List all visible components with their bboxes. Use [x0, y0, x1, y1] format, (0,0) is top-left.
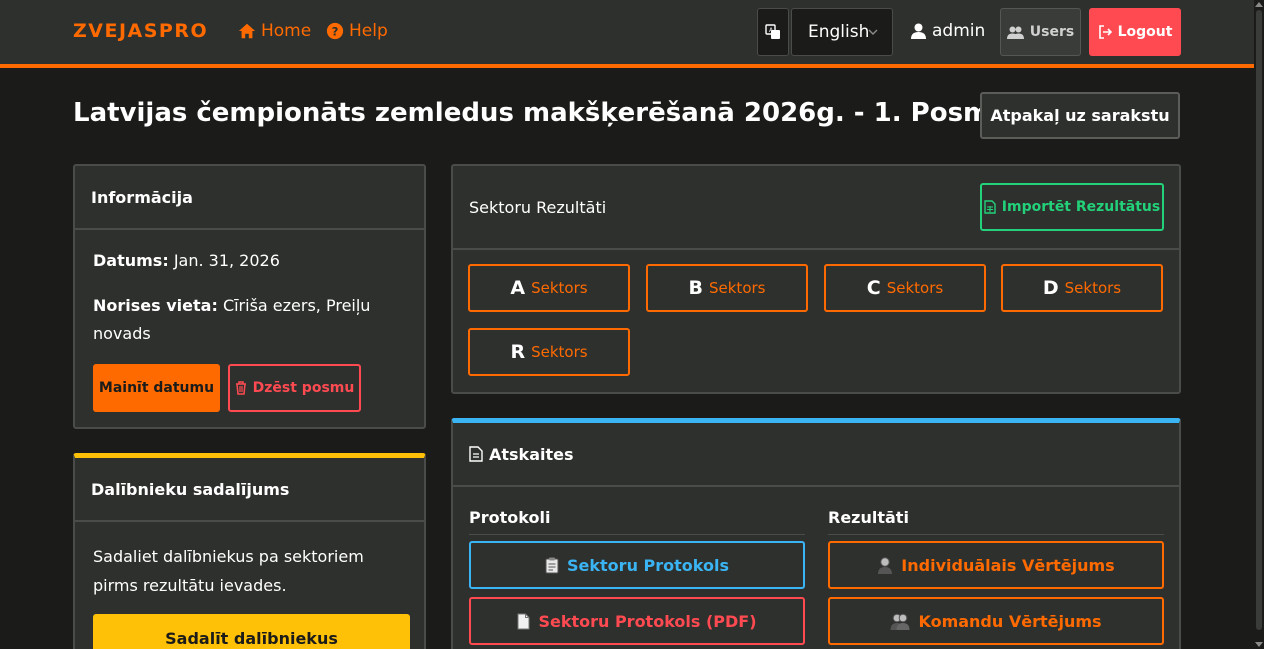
- user-icon: [911, 23, 926, 39]
- info-venue-row: Norises vieta: Cīriša ezers, Preiļu nova…: [93, 292, 370, 348]
- results-title: Rezultāti: [828, 508, 909, 527]
- team-ranking-button[interactable]: Komandu Vērtējums: [828, 597, 1164, 645]
- sector-c-button[interactable]: C Sektors: [824, 264, 986, 312]
- logout-button[interactable]: Logout: [1089, 8, 1181, 56]
- distribution-card: Dalībnieku sadalījums Sadaliet dalībniek…: [73, 453, 426, 649]
- nav-help-label: Help: [349, 21, 388, 41]
- question-circle-icon: ?: [326, 22, 344, 40]
- distribute-participants-button[interactable]: Sadalīt dalībniekus: [93, 614, 410, 649]
- distribution-description: Sadaliet dalībniekus pa sektoriem pirms …: [93, 542, 393, 600]
- username: admin: [932, 21, 986, 41]
- sector-d-button[interactable]: D Sektors: [1001, 264, 1163, 312]
- info-date-value: Jan. 31, 2026: [173, 251, 280, 270]
- import-results-label: Importēt Rezultātus: [1001, 199, 1161, 215]
- nav-home-link[interactable]: Home: [238, 21, 311, 41]
- info-venue-value: Cīriša ezers, Preiļu: [222, 296, 371, 315]
- sector-protocol-label: Sektoru Protokols: [567, 555, 729, 575]
- document-icon: [469, 446, 483, 462]
- people-silhouette-icon: [890, 613, 910, 630]
- delete-stage-button[interactable]: Dzēst posmu: [228, 364, 361, 412]
- info-date-label: Datums:: [93, 251, 169, 270]
- change-date-button[interactable]: Mainīt datumu: [93, 364, 220, 412]
- distribution-card-header: Dalībnieku sadalījums: [75, 458, 424, 522]
- sector-word: Sektors: [709, 279, 766, 297]
- sector-letter: A: [510, 277, 526, 299]
- protocols-divider: [469, 534, 805, 535]
- sector-protocol-button[interactable]: Sektoru Protokols: [469, 541, 805, 589]
- logout-icon: [1098, 25, 1112, 39]
- page-icon: [517, 613, 530, 629]
- sector-a-button[interactable]: A Sektors: [468, 264, 630, 312]
- sector-r-button[interactable]: R Sektors: [468, 328, 630, 376]
- sector-word: Sektors: [1064, 279, 1122, 297]
- delete-stage-label: Dzēst posmu: [252, 380, 355, 396]
- nav-help-link[interactable]: ? Help: [326, 21, 388, 41]
- sector-word: Sektors: [531, 279, 588, 297]
- navbar: ZVEJASPRO Home ? Help A English admin Us…: [0, 0, 1254, 68]
- nav-home-label: Home: [261, 21, 312, 41]
- scroll-thumb[interactable]: [1256, 10, 1262, 630]
- scroll-down-arrow-icon[interactable]: [1255, 642, 1263, 647]
- back-to-list-button[interactable]: Atpakaļ uz sarakstu: [980, 92, 1180, 139]
- reports-card-header: Atskaites: [453, 423, 1179, 487]
- translate-button[interactable]: A: [757, 8, 789, 56]
- sector-letter: D: [1042, 277, 1059, 299]
- current-user: admin: [911, 21, 985, 41]
- info-card-header: Informācija: [75, 166, 424, 230]
- person-silhouette-icon: [878, 556, 893, 574]
- logout-label: Logout: [1117, 24, 1173, 40]
- brand-logo[interactable]: ZVEJASPRO: [73, 20, 208, 42]
- protocols-title: Protokoli: [469, 508, 551, 527]
- sector-letter: B: [688, 277, 703, 299]
- sector-letter: R: [510, 341, 526, 363]
- users-icon: [1006, 26, 1024, 39]
- reports-card: Atskaites Protokoli Rezultāti Sektoru Pr…: [451, 418, 1181, 649]
- sector-word: Sektors: [531, 343, 588, 361]
- individual-ranking-button[interactable]: Individuālais Vērtējums: [828, 541, 1164, 589]
- page-scrollbar[interactable]: [1254, 0, 1264, 649]
- sector-protocol-pdf-button[interactable]: Sektoru Protokols (PDF): [469, 597, 805, 645]
- home-icon: [238, 23, 256, 39]
- users-button[interactable]: Users: [1000, 8, 1081, 56]
- translate-icon: A: [765, 24, 780, 39]
- svg-text:?: ?: [332, 25, 339, 39]
- clipboard-icon: [545, 557, 559, 573]
- chevron-down-icon: [868, 29, 878, 35]
- page-title: Latvijas čempionāts zemledus makšķerēšan…: [73, 98, 1006, 128]
- users-label: Users: [1029, 24, 1075, 40]
- info-date-row: Datums: Jan. 31, 2026: [93, 247, 280, 275]
- sector-word: Sektors: [886, 279, 944, 297]
- results-divider: [828, 534, 1164, 535]
- language-value: English: [808, 22, 870, 42]
- distribution-text-line1: Sadaliet dalībniekus pa sektoriem: [93, 547, 364, 566]
- sector-protocol-pdf-label: Sektoru Protokols (PDF): [538, 611, 757, 631]
- info-venue-label: Norises vieta:: [93, 296, 218, 315]
- sector-letter: C: [866, 277, 881, 299]
- trash-icon: [235, 381, 246, 395]
- scroll-up-arrow-icon[interactable]: [1255, 2, 1263, 7]
- language-select[interactable]: English: [791, 8, 893, 56]
- team-ranking-label: Komandu Vērtējums: [918, 611, 1102, 631]
- sector-b-button[interactable]: B Sektors: [646, 264, 808, 312]
- sector-results-card: Sektoru Rezultāti Importēt Rezultātus A …: [451, 164, 1181, 394]
- distribution-text-line2: pirms rezultātu ievades.: [93, 576, 287, 595]
- info-card: Informācija Datums: Jan. 31, 2026 Norise…: [73, 164, 426, 429]
- info-venue-value-cont: novads: [93, 324, 151, 343]
- individual-ranking-label: Individuālais Vērtējums: [901, 555, 1115, 575]
- reports-header-label: Atskaites: [489, 444, 574, 464]
- file-spreadsheet-icon: [984, 200, 996, 214]
- import-results-button[interactable]: Importēt Rezultātus: [980, 183, 1164, 231]
